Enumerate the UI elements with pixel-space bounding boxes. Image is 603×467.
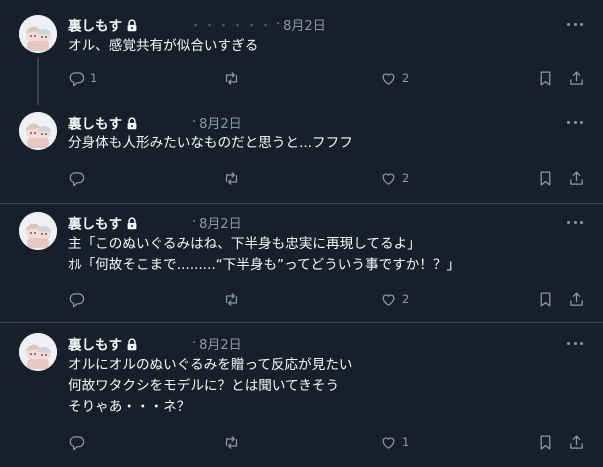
tweet-text-line: 主「このぬいぐるみはね、下半身も忠実に再現してるよ」 (68, 236, 421, 252)
separator-dot: · (192, 336, 197, 351)
share-icon (568, 170, 585, 187)
like-button[interactable]: 1 (380, 432, 409, 452)
retweet-icon (223, 70, 240, 87)
tweet-actions: 1 (0, 432, 603, 452)
like-button[interactable]: 2 (380, 68, 409, 88)
bookmark-button[interactable] (537, 68, 554, 88)
tweet-header: 裏しもす · 8月2日 (68, 112, 242, 133)
share-button[interactable] (568, 432, 585, 452)
tweet-text-line: オルにオルのぬいぐるみを贈って反応が見たい (68, 357, 353, 373)
separator-dot: · (192, 115, 197, 130)
retweet-button[interactable] (223, 432, 245, 452)
like-count: 2 (402, 171, 410, 185)
bookmark-icon (537, 170, 554, 187)
user-name[interactable]: 裏しもす (68, 338, 122, 354)
tweet-text-line: 分身体も人形みたいなものだと思うと...フフフ (68, 135, 353, 151)
tweet-actions: 2 (0, 168, 603, 188)
timeline: 裏しもす ・・・・・・ · 8月2日 オル、感覚共有が似合いすぎる 1 2 裏しもす · 8月2… (0, 0, 603, 467)
lock-icon (125, 18, 139, 32)
tweet-header: 裏しもす ・・・・・・ · 8月2日 (68, 14, 326, 35)
like-button[interactable]: 2 (380, 289, 409, 309)
share-icon (568, 70, 585, 87)
tweet-date[interactable]: 8月2日 (199, 217, 242, 232)
bookmark-button[interactable] (537, 289, 554, 309)
user-name[interactable]: 裏しもす (68, 19, 122, 35)
separator-dot: · (192, 215, 197, 230)
retweet-icon (223, 434, 240, 451)
avatar[interactable] (19, 112, 57, 150)
bookmark-icon (537, 291, 554, 308)
tweet-text-line: 何故ワタクシをモデルに？とは聞いてきそう (68, 378, 340, 394)
bookmark-icon (537, 70, 554, 87)
tweet-text-line: オル、感覚共有が似合いすぎる (68, 38, 259, 54)
user-name[interactable]: 裏しもす (68, 217, 122, 233)
like-button[interactable]: 2 (380, 168, 409, 188)
reply-button[interactable] (68, 432, 90, 452)
lock-icon (125, 216, 139, 230)
user-handle[interactable]: ・・・・・・ (189, 19, 273, 34)
like-icon (380, 291, 397, 308)
tweet-header: 裏しもす · 8月2日 (68, 333, 242, 354)
reply-button[interactable]: 1 (68, 68, 97, 88)
share-button[interactable] (568, 68, 585, 88)
like-icon (380, 434, 397, 451)
reply-icon (68, 434, 85, 451)
separator-dot: · (276, 17, 281, 32)
bookmark-button[interactable] (537, 168, 554, 188)
reply-button[interactable] (68, 289, 90, 309)
reply-icon (68, 291, 85, 308)
like-icon (380, 70, 397, 87)
tweet-divider (0, 322, 603, 323)
like-count: 2 (402, 292, 410, 306)
tweet-date[interactable]: 8月2日 (199, 117, 242, 132)
tweet-header: 裏しもす · 8月2日 (68, 212, 242, 233)
lock-icon (125, 337, 139, 351)
share-icon (568, 434, 585, 451)
lock-icon (125, 116, 139, 130)
like-count: 2 (402, 71, 410, 85)
retweet-icon (223, 291, 240, 308)
like-count: 1 (402, 435, 410, 449)
tweet-divider (0, 203, 603, 204)
tweet-actions: 12 (0, 68, 603, 88)
share-icon (568, 291, 585, 308)
avatar[interactable] (19, 212, 57, 250)
retweet-button[interactable] (223, 68, 245, 88)
more-icon[interactable] (567, 337, 583, 349)
retweet-button[interactable] (223, 168, 245, 188)
bookmark-icon (537, 434, 554, 451)
more-icon[interactable] (567, 216, 583, 228)
tweet-date[interactable]: 8月2日 (199, 338, 242, 353)
bookmark-button[interactable] (537, 432, 554, 452)
reply-count: 1 (90, 71, 98, 85)
user-name[interactable]: 裏しもす (68, 117, 122, 133)
like-icon (380, 170, 397, 187)
share-button[interactable] (568, 168, 585, 188)
tweet-text-line: ｵﾙ「何故そこまで.........“下半身も”ってどういう事ですか！？」 (68, 257, 461, 273)
tweet-date[interactable]: 8月2日 (283, 19, 326, 34)
more-icon[interactable] (567, 116, 583, 128)
reply-icon (68, 70, 85, 87)
reply-icon (68, 170, 85, 187)
more-icon[interactable] (567, 18, 583, 30)
reply-button[interactable] (68, 168, 90, 188)
retweet-button[interactable] (223, 289, 245, 309)
share-button[interactable] (568, 289, 585, 309)
avatar[interactable] (19, 15, 57, 53)
tweet-actions: 2 (0, 289, 603, 309)
tweet-text-line: そりゃあ・・・ネ？ (68, 399, 191, 415)
avatar[interactable] (19, 333, 57, 371)
retweet-icon (223, 170, 240, 187)
